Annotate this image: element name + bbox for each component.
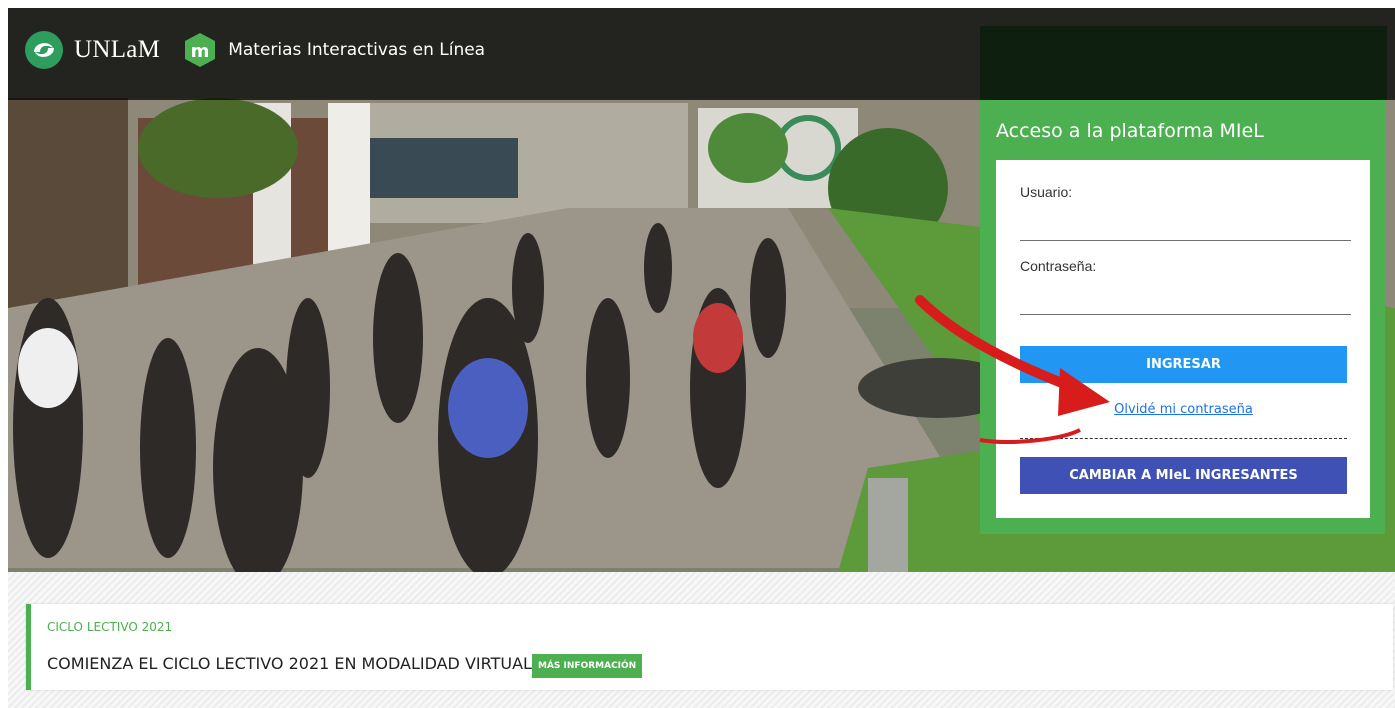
announcement-card: CICLO LECTIVO 2021 COMIENZA EL CICLO LEC…	[26, 604, 1393, 690]
red-arrow-annotation-icon	[915, 295, 1110, 444]
more-info-button[interactable]: MÁS INFORMACIÓN	[532, 654, 643, 678]
svg-text:m: m	[191, 41, 210, 62]
username-label: Usuario:	[1020, 184, 1073, 200]
announcement-category: CICLO LECTIVO 2021	[47, 620, 173, 634]
login-panel-header-shade	[980, 26, 1387, 100]
university-name: UNLaM	[74, 36, 161, 63]
switch-to-ingresantes-button[interactable]: CAMBIAR A MIeL INGRESANTES	[1020, 457, 1347, 494]
login-title: Acceso a la plataforma MIeL	[996, 120, 1264, 142]
platform-name: Materias Interactivas en Línea	[228, 40, 486, 60]
unlam-swirl-logo-icon	[25, 31, 63, 69]
username-input[interactable]	[1020, 214, 1351, 241]
miel-m-logo-icon: m	[185, 33, 216, 67]
announcement-text: COMIENZA EL CICLO LECTIVO 2021 EN MODALI…	[47, 654, 538, 673]
brand: UNLaM m Materias Interactivas en Línea	[24, 30, 485, 70]
password-label: Contraseña:	[1020, 258, 1097, 274]
